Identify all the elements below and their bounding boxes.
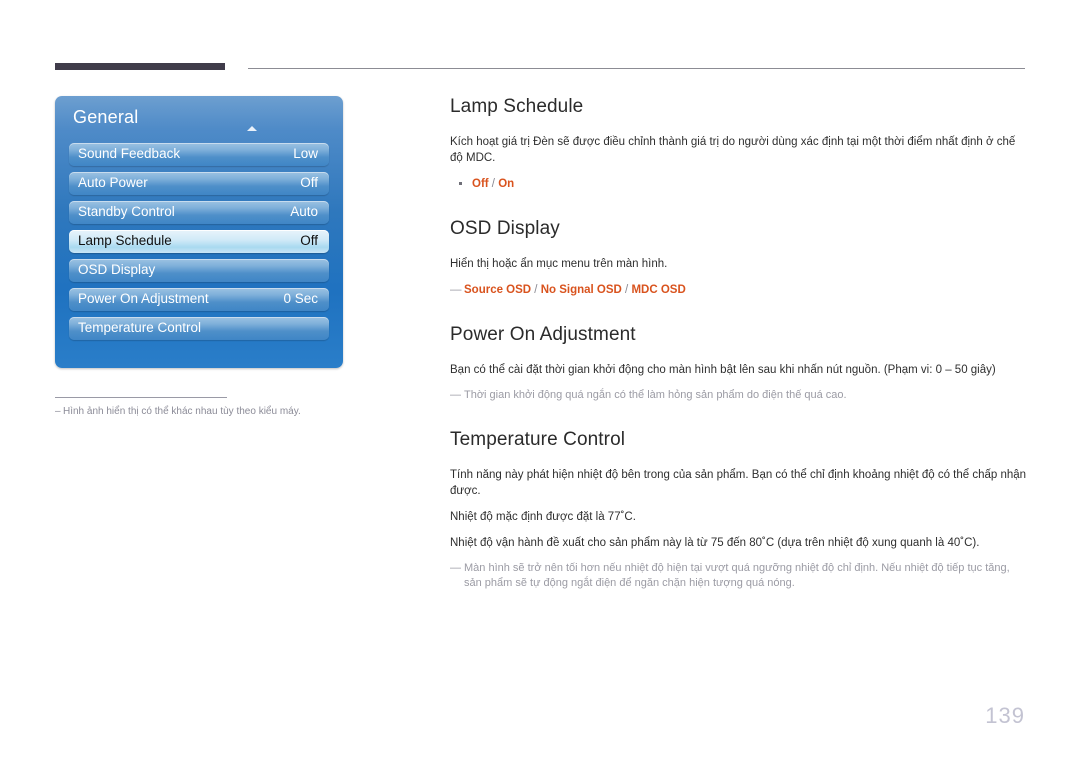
note-temperature-control: — Màn hình sẽ trở nên tối hơn nếu nhiệt đ…	[450, 561, 1028, 591]
osd-row-label: Power On Adjustment	[78, 291, 209, 306]
option-separator: /	[531, 284, 541, 296]
osd-row-value: Low	[293, 146, 318, 161]
osd-row-value: 0 Sec	[283, 291, 318, 306]
note-dash-icon: –	[55, 406, 61, 417]
osd-row-sound-feedback[interactable]: Sound Feedback Low	[69, 143, 329, 166]
osd-menu-figure: General Sound Feedback Low Auto Power Of…	[55, 96, 343, 368]
osd-row-value: Off	[300, 233, 318, 248]
body-osd-display: Hiển thị hoặc ẩn mục menu trên màn hình.	[450, 258, 668, 270]
triangle-up-icon[interactable]	[247, 126, 257, 131]
option-mdc-osd: MDC OSD	[631, 284, 686, 296]
heading-osd-display: OSD Display	[450, 218, 560, 239]
body-temperature-control-1: Tính năng này phát hiện nhiệt độ bên tro…	[450, 469, 1027, 497]
osd-row-value: Auto	[290, 204, 318, 219]
figure-note: – Hình ảnh hiển thị có thể khác nhau tùy …	[55, 405, 355, 419]
heading-lamp-schedule: Lamp Schedule	[450, 96, 584, 117]
dash-icon: —	[450, 284, 462, 296]
heading-power-on-adjustment: Power On Adjustment	[450, 324, 636, 345]
osd-panel-title: General	[73, 107, 139, 127]
osd-row-osd-display[interactable]: OSD Display	[69, 259, 329, 282]
body-temperature-control-2: Nhiệt độ mặc định được đặt là 77˚C.	[450, 511, 636, 523]
osd-row-value: Off	[300, 175, 318, 190]
osd-row-lamp-schedule[interactable]: Lamp Schedule Off	[69, 230, 329, 253]
osd-row-label: Standby Control	[78, 204, 175, 219]
bullet-square-icon	[459, 182, 462, 185]
body-temperature-control-3: Nhiệt độ vận hành đề xuất cho sản phẩm n…	[450, 537, 980, 549]
options-lamp-schedule: Off / On	[450, 176, 1028, 192]
osd-row-standby-control[interactable]: Standby Control Auto	[69, 201, 329, 224]
osd-row-power-on-adjustment[interactable]: Power On Adjustment 0 Sec	[69, 288, 329, 311]
option-separator: /	[488, 178, 499, 190]
note-power-on-adjustment: — Thời gian khởi động quá ngắn có thể làm…	[450, 388, 1028, 403]
options-osd-display: — Source OSD / No Signal OSD / MDC OSD	[450, 282, 1028, 298]
option-source-osd: Source OSD	[464, 284, 532, 296]
header-rule-dark	[55, 63, 225, 70]
option-on: On	[498, 178, 515, 190]
figure-note-text: Hình ảnh hiển thị có thể khác nhau tùy t…	[63, 406, 301, 417]
content-column: Lamp Schedule Kích hoạt giá trị Đèn sẽ đ…	[450, 96, 1028, 591]
osd-row-auto-power[interactable]: Auto Power Off	[69, 172, 329, 195]
osd-row-label: OSD Display	[78, 262, 156, 277]
osd-panel: General Sound Feedback Low Auto Power Of…	[55, 96, 343, 368]
note-text: Thời gian khởi động quá ngắn có thể làm …	[464, 389, 847, 401]
header-rule-thin	[248, 68, 1025, 69]
osd-row-list: Sound Feedback Low Auto Power Off Standb…	[69, 143, 329, 346]
option-no-signal-osd: No Signal OSD	[540, 284, 622, 296]
page-number: 139	[985, 703, 1025, 728]
osd-row-label: Sound Feedback	[78, 146, 181, 161]
osd-row-label: Lamp Schedule	[78, 233, 172, 248]
heading-temperature-control: Temperature Control	[450, 429, 626, 450]
osd-row-temperature-control[interactable]: Temperature Control	[69, 317, 329, 340]
option-separator: /	[621, 284, 632, 296]
note-text: Màn hình sẽ trở nên tối hơn nếu nhiệt độ…	[464, 562, 1010, 589]
dash-icon: —	[450, 562, 461, 574]
osd-row-label: Auto Power	[78, 175, 148, 190]
dash-icon: —	[450, 389, 461, 401]
figure-note-divider	[55, 397, 227, 398]
body-lamp-schedule: Kích hoạt giá trị Đèn sẽ được điều chỉnh…	[450, 136, 1016, 164]
option-off: Off	[472, 178, 489, 190]
body-power-on-adjustment: Bạn có thể cài đặt thời gian khởi động c…	[450, 364, 996, 376]
osd-row-label: Temperature Control	[78, 320, 202, 335]
